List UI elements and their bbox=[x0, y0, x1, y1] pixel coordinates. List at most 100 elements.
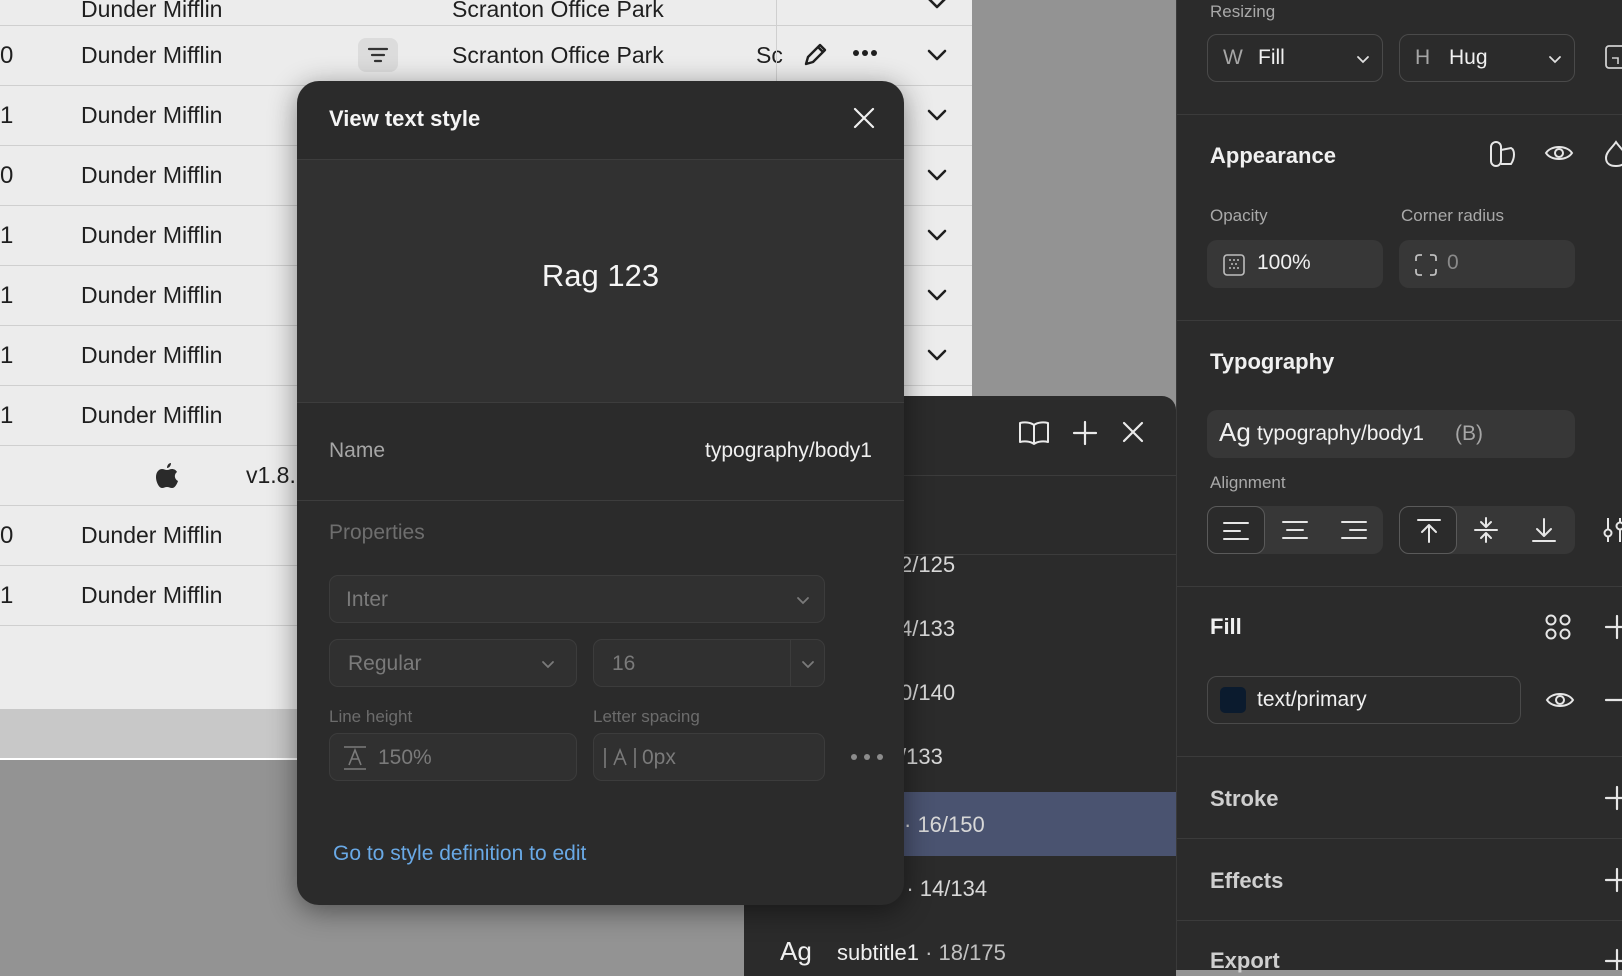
align-center-icon[interactable] bbox=[1281, 519, 1309, 541]
letter-spacing-label: Letter spacing bbox=[593, 707, 700, 727]
eye-icon[interactable] bbox=[1545, 689, 1575, 711]
close-icon[interactable] bbox=[852, 106, 876, 130]
opacity-input[interactable]: 100% bbox=[1207, 240, 1383, 288]
width-select[interactable]: W Fill bbox=[1207, 34, 1383, 82]
align-left-button[interactable] bbox=[1207, 506, 1265, 554]
location-cell: Scranton Office Park bbox=[452, 42, 664, 69]
more-icon[interactable] bbox=[850, 753, 884, 761]
fill-style-name: text/primary bbox=[1257, 688, 1367, 712]
chevron-down-icon[interactable] bbox=[926, 108, 948, 122]
letter-spacing-value: 0px bbox=[642, 746, 676, 770]
letter-spacing-input[interactable]: 0px bbox=[593, 733, 825, 781]
divider bbox=[790, 640, 791, 686]
truncated-cell: Sc bbox=[756, 42, 783, 69]
stroke-heading: Stroke bbox=[1210, 786, 1278, 812]
chevron-down-icon bbox=[801, 660, 815, 669]
divider bbox=[0, 758, 300, 760]
remove-fill-icon[interactable] bbox=[1604, 698, 1622, 702]
company-cell: Dunder Mifflin bbox=[81, 402, 222, 429]
list-item[interactable]: Ag subtitle1 · 18/175 bbox=[744, 920, 1176, 976]
effects-heading: Effects bbox=[1210, 868, 1283, 894]
chevron-down-icon[interactable] bbox=[926, 228, 948, 242]
line-height-input[interactable]: 150% bbox=[329, 733, 577, 781]
chevron-down-icon[interactable] bbox=[926, 48, 948, 62]
dialog-title: View text style bbox=[329, 106, 480, 132]
blend-mode-icon[interactable] bbox=[1604, 140, 1622, 168]
pencil-icon[interactable] bbox=[802, 42, 828, 68]
style-meta: · 16/150 bbox=[904, 812, 985, 838]
chevron-down-icon[interactable] bbox=[926, 0, 948, 10]
line-height-icon bbox=[342, 745, 368, 771]
name-row: Name typography/body1 bbox=[297, 403, 904, 501]
text-style-select[interactable]: Ag typography/body1 (B) bbox=[1207, 410, 1575, 458]
location-cell: Scranton Office Park bbox=[452, 0, 664, 23]
column-divider bbox=[776, 0, 777, 92]
view-text-style-dialog: View text style Rag 123 Name typography/… bbox=[297, 81, 904, 905]
corner-radius-icon bbox=[1414, 253, 1438, 277]
opacity-label: Opacity bbox=[1210, 206, 1268, 226]
appearance-heading: Appearance bbox=[1210, 143, 1336, 169]
align-top-button[interactable] bbox=[1399, 506, 1457, 554]
plus-icon[interactable] bbox=[1072, 420, 1098, 446]
font-size-value: 16 bbox=[612, 652, 635, 676]
add-fill-icon[interactable] bbox=[1604, 614, 1622, 640]
text-settings-icon[interactable] bbox=[1602, 516, 1622, 544]
eye-icon[interactable] bbox=[1544, 142, 1574, 164]
typography-heading: Typography bbox=[1210, 349, 1334, 375]
number-cell: 0 bbox=[0, 522, 13, 550]
chevron-down-icon[interactable] bbox=[926, 348, 948, 362]
apple-icon bbox=[154, 460, 180, 490]
font-size-select[interactable]: 16 bbox=[593, 639, 825, 687]
divider bbox=[1177, 320, 1622, 321]
go-to-style-definition-link[interactable]: Go to style definition to edit bbox=[333, 842, 586, 866]
height-value: Hug bbox=[1449, 46, 1488, 70]
style-meta: /133 bbox=[900, 744, 943, 770]
book-icon[interactable] bbox=[1018, 420, 1050, 446]
number-cell: 0 bbox=[0, 162, 13, 190]
add-stroke-icon[interactable] bbox=[1604, 785, 1622, 811]
company-cell: Dunder Mifflin bbox=[81, 42, 222, 69]
add-effect-icon[interactable] bbox=[1604, 867, 1622, 893]
font-weight-select[interactable]: Regular bbox=[329, 639, 577, 687]
number-cell: 1 bbox=[0, 222, 13, 250]
style-meta: 4/133 bbox=[900, 616, 955, 642]
chevron-down-icon[interactable] bbox=[926, 168, 948, 182]
more-icon[interactable] bbox=[852, 48, 878, 58]
number-cell: 0 bbox=[0, 42, 13, 70]
add-export-icon[interactable] bbox=[1604, 948, 1622, 970]
fill-style-field[interactable]: text/primary bbox=[1207, 676, 1521, 724]
height-prefix: H bbox=[1415, 46, 1430, 70]
name-label: Name bbox=[329, 439, 385, 463]
table-row[interactable]: Dunder Mifflin Scranton Office Park bbox=[0, 0, 972, 26]
version-cell: v1.8. bbox=[246, 462, 296, 489]
align-middle-icon[interactable] bbox=[1472, 516, 1500, 544]
clip-content-icon[interactable] bbox=[1604, 44, 1622, 70]
chevron-down-icon bbox=[1548, 55, 1562, 64]
filter-icon bbox=[367, 47, 389, 63]
chevron-down-icon[interactable] bbox=[926, 288, 948, 302]
divider bbox=[1177, 920, 1622, 921]
properties-heading: Properties bbox=[329, 521, 425, 545]
corner-radius-input[interactable]: 0 bbox=[1399, 240, 1575, 288]
company-cell: Dunder Mifflin bbox=[81, 582, 222, 609]
number-cell: 1 bbox=[0, 402, 13, 430]
align-right-icon[interactable] bbox=[1340, 519, 1368, 541]
close-icon[interactable] bbox=[1121, 420, 1145, 444]
name-value: typography/body1 bbox=[705, 439, 872, 463]
letter-spacing-icon bbox=[602, 745, 638, 771]
font-family-select[interactable]: Inter bbox=[329, 575, 825, 623]
resizing-label: Resizing bbox=[1210, 2, 1275, 22]
chevron-down-icon bbox=[796, 596, 810, 605]
styles-grid-icon[interactable] bbox=[1544, 613, 1572, 641]
table-row[interactable]: 0 Dunder Mifflin Scranton Office Park Sc bbox=[0, 26, 972, 86]
typography-ag-icon: Ag bbox=[1219, 417, 1251, 448]
height-select[interactable]: H Hug bbox=[1399, 34, 1575, 82]
company-cell: Dunder Mifflin bbox=[81, 282, 222, 309]
fill-heading: Fill bbox=[1210, 614, 1242, 640]
opacity-icon bbox=[1222, 253, 1246, 277]
vertical-align-group bbox=[1399, 506, 1575, 554]
align-bottom-icon[interactable] bbox=[1530, 516, 1558, 544]
filter-button[interactable] bbox=[358, 38, 398, 72]
style-meta: 2/125 bbox=[900, 552, 955, 578]
variable-mode-icon[interactable] bbox=[1489, 140, 1517, 168]
